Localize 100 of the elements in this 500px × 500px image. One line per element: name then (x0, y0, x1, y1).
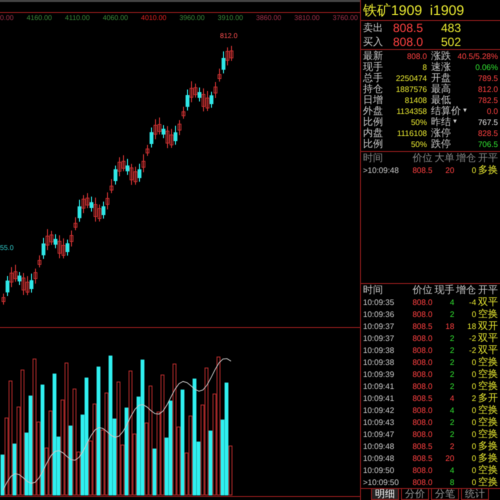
column-header: 大单 (433, 152, 454, 164)
price-cell-text: 808.5 (411, 452, 432, 464)
open-close-cell-text: 双平 (477, 332, 498, 344)
order-side-label: 买入 (363, 36, 384, 48)
bottom-tab[interactable]: 分价 (401, 489, 429, 500)
open-close-cell-text: 双平 (477, 344, 498, 356)
stat-value: 828.5 (476, 128, 498, 139)
column-header: 增仓 (455, 284, 476, 296)
volume-cell-text: 20 (444, 452, 454, 464)
stat-label: 昨结 (431, 117, 451, 128)
volume-cell-text: 2 (448, 440, 454, 452)
price-cell-text: 808.5 (411, 320, 432, 332)
open-close-cell-text: 空换 (477, 368, 498, 380)
price-cell-text: 808.0 (411, 464, 432, 476)
time-cell-text: 10:09:38 (363, 344, 396, 356)
column-header: 现手 (433, 284, 454, 296)
volume-cell-text: 8 (448, 476, 454, 488)
stat-value: 1134358 (395, 106, 427, 117)
time-cell-text: 10:09:47 (363, 428, 396, 440)
time-cell-text: 10:09:39 (363, 368, 396, 380)
stat-value: 782.5 (476, 95, 498, 106)
position-change-cell-text: 0 (470, 404, 476, 416)
volume-cell-text: 2 (448, 380, 454, 392)
stat-value: 50% (410, 117, 427, 128)
position-change-cell-text: 0 (470, 440, 476, 452)
open-close-cell-text: 多换 (477, 164, 498, 176)
open-close-cell-text: 空换 (477, 464, 498, 476)
stat-value: 1116108 (396, 128, 427, 139)
volume-cell-text: 2 (448, 368, 454, 380)
column-header: 时间 (363, 284, 384, 296)
time-cell-text: 10:09:41 (363, 380, 396, 392)
open-close-cell-text: 多换 (477, 452, 498, 464)
order-price: 808.0 (393, 36, 424, 48)
price-cell-text: 808.5 (411, 440, 432, 452)
position-change-cell-text: 0 (470, 416, 476, 428)
price-cell-text: 808.0 (411, 476, 432, 488)
bottom-tab[interactable]: 分笔 (431, 489, 459, 500)
stat-value: 50% (410, 139, 427, 150)
stat-label: 最低 (431, 95, 451, 106)
open-close-cell-text: 空换 (477, 308, 498, 320)
stat-value: 2250474 (394, 73, 427, 84)
order-volume: 502 (441, 36, 462, 48)
stat-label: 最高 (431, 84, 451, 95)
time-cell-text: >10:09:50 (363, 476, 400, 488)
price-cell-text: 808.0 (411, 296, 432, 308)
bottom-tab[interactable]: 统计 (461, 489, 489, 500)
volume-cell-text: 4 (448, 296, 454, 308)
order-side-label: 卖出 (363, 22, 384, 34)
stat-value: 1887576 (394, 84, 427, 95)
position-change-cell-text: 0 (470, 464, 476, 476)
open-close-cell-text: 空换 (477, 404, 498, 416)
stat-label: 涨跌 (431, 51, 451, 62)
time-cell-text: 10:09:36 (363, 308, 396, 320)
stat-label: 跌停 (431, 139, 451, 150)
stat-value: 0.06% (474, 62, 498, 73)
column-header: 增仓 (455, 152, 476, 164)
price-cell-text: 808.0 (411, 356, 432, 368)
stat-value: 812.0 (476, 84, 498, 95)
price-cell-text: 808.0 (411, 428, 432, 440)
column-header: 开平 (477, 152, 498, 164)
time-cell-text: 10:09:37 (363, 332, 396, 344)
order-volume: 483 (441, 22, 462, 34)
position-change-cell-text: 0 (470, 428, 476, 440)
open-close-cell-text: 多开 (477, 392, 498, 404)
price-cell-text: 808.0 (411, 368, 432, 380)
time-cell-text: >10:09:48 (363, 164, 400, 176)
volume-cell-text: 2 (448, 308, 454, 320)
time-cell-text: 10:09:48 (363, 452, 396, 464)
stat-label: 比例 (363, 117, 384, 128)
position-change-cell-text: 18 (466, 320, 476, 332)
volume-cell-text: 2 (448, 344, 454, 356)
open-close-cell-text: 多换 (477, 440, 498, 452)
stat-label: 最新 (363, 51, 384, 62)
stat-label: 开盘 (431, 73, 451, 84)
column-header: 开平 (477, 284, 498, 296)
stat-value: 767.5 (476, 117, 498, 128)
open-close-cell-text: 空换 (477, 356, 498, 368)
volume-cell-text: 4 (448, 392, 454, 404)
volume-cell-text: 2 (448, 356, 454, 368)
instrument-title: 铁矿1909 i1909 (362, 1, 466, 20)
stat-value: 706.5 (476, 139, 498, 150)
stat-label: 总手 (363, 73, 384, 84)
position-change-cell-text: 0 (470, 476, 476, 488)
stat-value: 808.0 (406, 51, 427, 62)
position-change-cell-text: 2 (470, 392, 476, 404)
position-change-cell-text: 0 (470, 368, 476, 380)
open-close-cell-text: 双平 (477, 296, 498, 308)
time-cell-text: 10:09:42 (363, 404, 396, 416)
stat-value: 81408 (404, 95, 427, 106)
stat-label: 结算价 (431, 106, 461, 117)
bottom-tab[interactable]: 明细 (371, 489, 399, 500)
volume-cell-text: 2 (448, 416, 454, 428)
open-close-cell-text: 空换 (477, 380, 498, 392)
position-change-cell-text: 0 (470, 308, 476, 320)
time-cell-text: 10:09:38 (363, 356, 396, 368)
open-close-cell-text: 空换 (477, 428, 498, 440)
stat-label: 涨停 (431, 128, 451, 139)
volume-cell-text: 18 (444, 320, 454, 332)
time-cell-text: 10:09:41 (363, 392, 396, 404)
price-cell-text: 808.0 (411, 344, 432, 356)
